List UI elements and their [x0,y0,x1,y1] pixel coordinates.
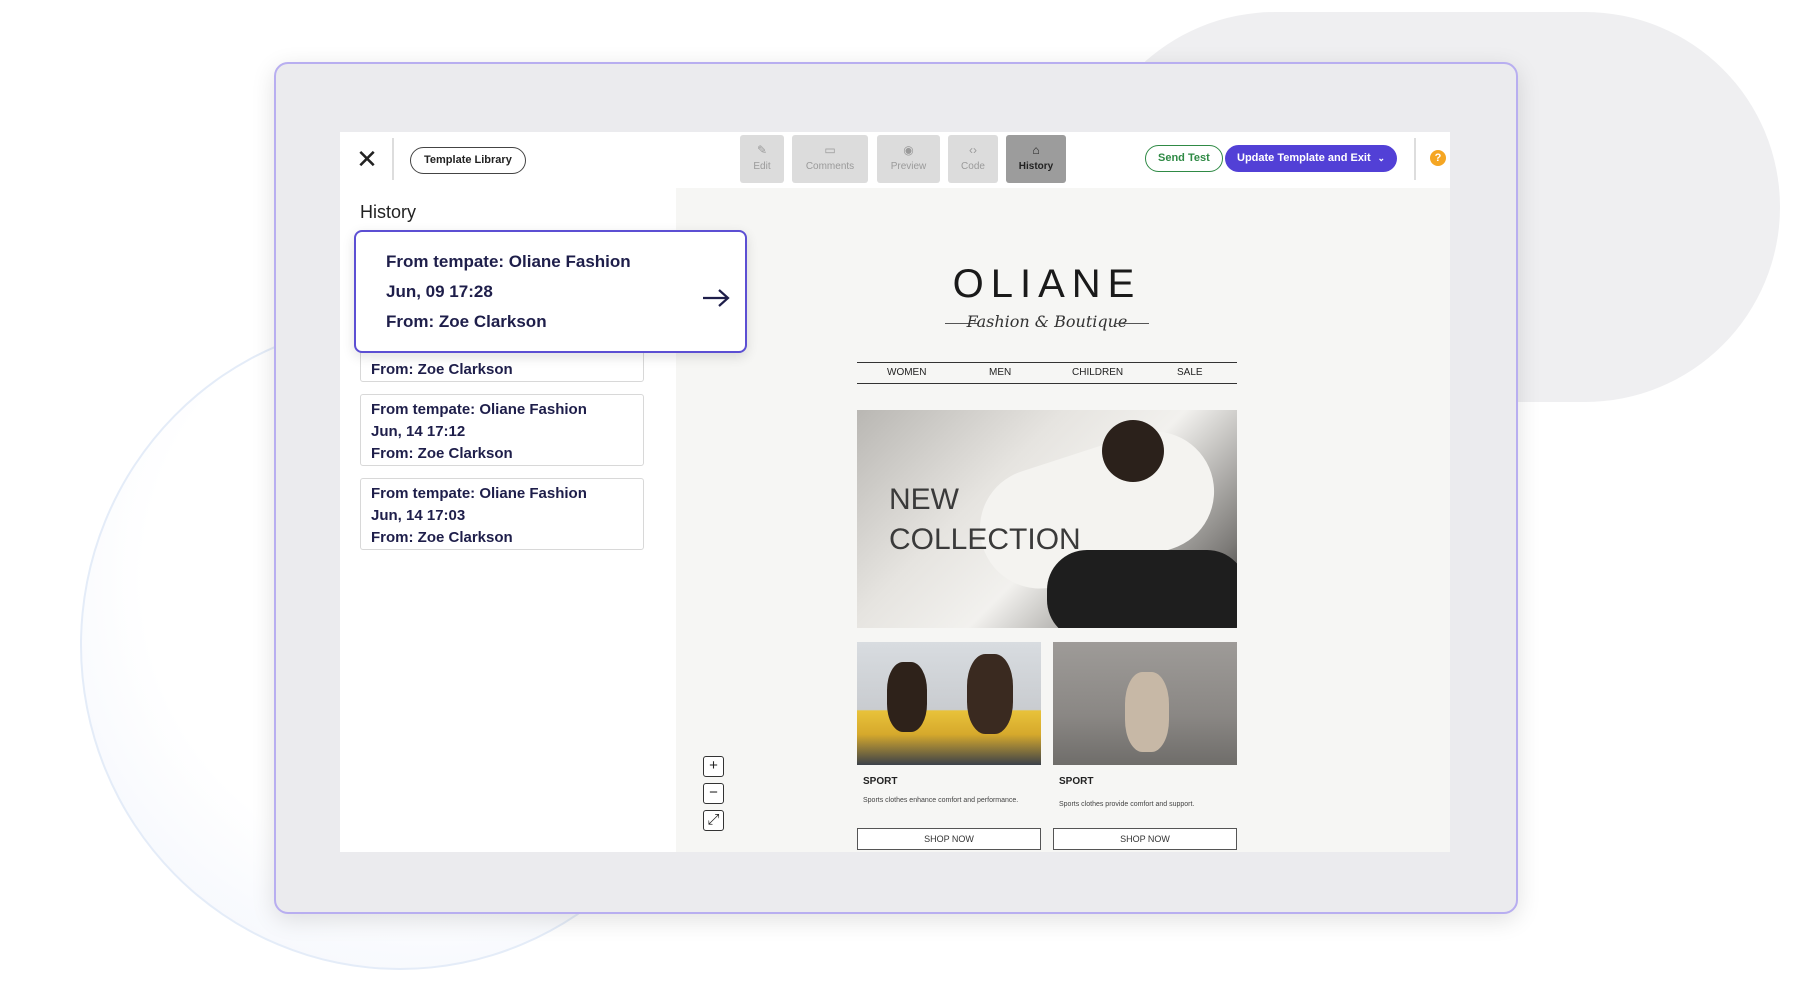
toolbar-divider-right [1414,138,1416,180]
tab-comments[interactable]: ▭ Comments [792,135,868,183]
close-icon[interactable]: ✕ [350,142,384,176]
help-icon[interactable]: ? [1430,150,1446,166]
template-library-button[interactable]: Template Library [410,147,526,174]
history-item-date: Jun, 09 17:28 [386,282,493,301]
history-item-template: From tempate: Oliane Fashion [386,252,631,271]
history-item[interactable]: From tempate: Oliane Fashion Jun, 14 17:… [360,478,644,550]
history-item-from: From: Zoe Clarkson [371,529,513,546]
product-figure [1125,672,1169,752]
history-item-highlighted-inner: From tempate: Oliane Fashion Jun, 09 17:… [366,242,735,341]
product-description: Sports clothes enhance comfort and perfo… [863,797,1019,804]
hero-heading-line: NEW [889,483,959,516]
product-image[interactable] [857,642,1041,765]
stage: ✕ Template Library ✎ Edit ▭ Comments ◉ P… [0,0,1794,989]
toolbar-divider [392,138,394,180]
history-item-highlighted[interactable]: From tempate: Oliane Fashion Jun, 09 17:… [354,230,747,353]
hero-figure [1047,550,1237,628]
product-title: SPORT [863,776,898,787]
brand-logo: OLIANE [952,262,1142,306]
update-template-label: Update Template and Exit [1237,152,1371,164]
hero-heading: NEW COLLECTION [889,480,1081,560]
tab-code-label: Code [961,161,985,172]
toolbar: ✕ Template Library ✎ Edit ▭ Comments ◉ P… [340,132,1450,188]
nav-women[interactable]: WOMEN [887,367,926,378]
shop-now-button[interactable]: SHOP NOW [1053,828,1237,850]
history-item-date: Jun, 14 17:12 [371,423,466,440]
history-item-date: Jun, 14 17:03 [371,507,466,524]
chevron-down-icon[interactable]: ⌄ [1377,145,1385,172]
product-description: Sports clothes provide comfort and suppo… [1059,801,1195,808]
product-figure [887,662,927,732]
comment-icon: ▭ [824,143,836,157]
history-item-from: From: Zoe Clarkson [386,312,547,331]
hero-image[interactable]: NEW COLLECTION [857,410,1237,628]
pencil-icon: ✎ [756,143,768,157]
code-icon: ‹› [969,143,977,157]
tab-history-label: History [1018,161,1054,172]
history-title: History [360,202,417,222]
tagline-rule-right [1115,323,1149,324]
tab-edit-label: Edit [753,161,771,172]
tab-preview-label: Preview [890,161,927,172]
tab-comments-label: Comments [805,161,855,172]
email-template: OLIANE Fashion & Boutique WOMEN MEN CHIL… [857,188,1237,852]
arrow-right-icon[interactable] [701,288,731,308]
history-item-template: From tempate: Oliane Fashion [371,401,587,418]
product-image[interactable] [1053,642,1237,765]
tab-history[interactable]: ⌂ History [1006,135,1066,183]
email-canvas: + − ⤢ OLIANE Fashion & Boutique WOMEN ME… [676,188,1450,852]
history-item-from: From: Zoe Clarkson [371,445,513,462]
nav-men[interactable]: MEN [989,367,1011,378]
fit-screen-button[interactable]: ⤢ [703,810,724,831]
send-test-button[interactable]: Send Test [1145,145,1223,172]
tab-preview[interactable]: ◉ Preview [877,135,940,183]
email-nav: WOMEN MEN CHILDREN SALE [857,362,1237,384]
nav-children[interactable]: CHILDREN [1072,367,1123,378]
eye-icon: ◉ [903,143,914,157]
update-template-button[interactable]: Update Template and Exit ⌄ [1225,145,1397,172]
nav-sale[interactable]: SALE [1177,367,1203,378]
zoom-out-button[interactable]: − [703,783,724,804]
product-title: SPORT [1059,776,1094,787]
brand-tagline: Fashion & Boutique [966,312,1128,331]
history-item-template: From tempate: Oliane Fashion [371,485,587,502]
zoom-in-button[interactable]: + [703,756,724,777]
history-item-from: From: Zoe Clarkson [371,361,513,378]
hero-figure [1102,420,1164,482]
history-icon: ⌂ [1032,143,1040,157]
tab-edit[interactable]: ✎ Edit [740,135,784,183]
shop-now-button[interactable]: SHOP NOW [857,828,1041,850]
hero-heading-line: COLLECTION [889,523,1081,556]
product-figure [967,654,1013,734]
history-item[interactable]: From tempate: Oliane Fashion Jun, 14 17:… [360,394,644,466]
tab-code[interactable]: ‹› Code [948,135,998,183]
